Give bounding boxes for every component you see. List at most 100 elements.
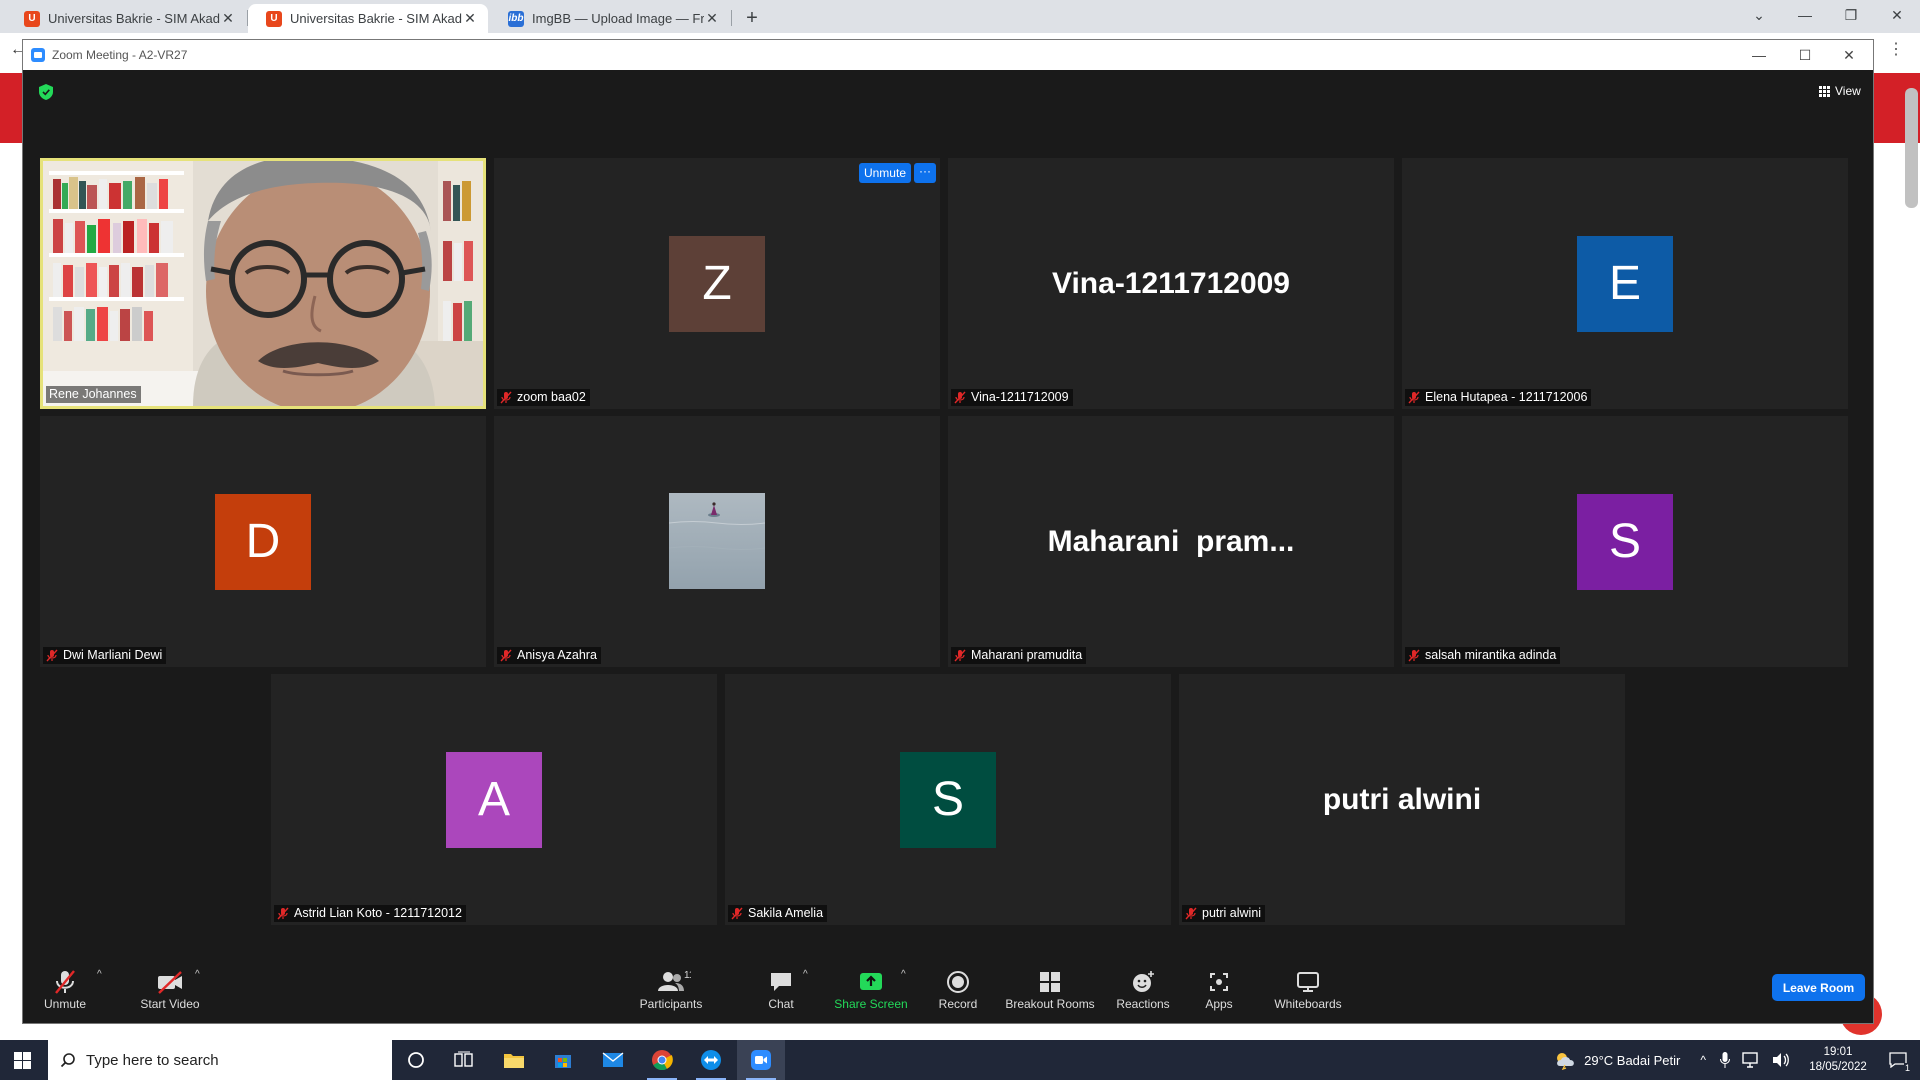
weather-text[interactable]: 29°C Badai Petir bbox=[1584, 1053, 1680, 1068]
participant-name-label: zoom baa02 bbox=[497, 389, 590, 406]
imgbb-icon: ibb bbox=[508, 10, 524, 27]
audio-options-chevron-icon[interactable]: ^ bbox=[97, 969, 102, 980]
search-placeholder: Type here to search bbox=[86, 1051, 219, 1069]
participant-avatar: S bbox=[900, 751, 996, 848]
microphone-muted-icon bbox=[731, 907, 743, 920]
chrome-icon[interactable] bbox=[638, 1040, 686, 1080]
participant-tile-zoom-baa02[interactable]: Z Unmute ··· zoom baa02 bbox=[494, 158, 940, 409]
browser-tab-2[interactable]: U Universitas Bakrie - SIM Akademik ✕ bbox=[248, 4, 488, 33]
microphone-muted-icon bbox=[500, 649, 512, 662]
ub-shield-icon: U bbox=[24, 10, 40, 27]
participant-display-name: Vina-1211712009 bbox=[1052, 266, 1290, 300]
zoom-close-button[interactable]: ✕ bbox=[1827, 42, 1871, 68]
leave-room-button[interactable]: Leave Room bbox=[1772, 974, 1865, 1001]
microsoft-store-icon[interactable] bbox=[539, 1040, 587, 1080]
participant-tile-anisya-azahra[interactable]: Anisya Azahra bbox=[494, 416, 940, 667]
zoom-window-title: Zoom Meeting - A2-VR27 bbox=[52, 48, 188, 62]
participant-tile-maharani-pramudita[interactable]: Maharani pram... Maharani pramudita bbox=[948, 416, 1394, 667]
microphone-muted-icon bbox=[500, 391, 512, 404]
close-icon[interactable]: ✕ bbox=[462, 10, 478, 27]
cortana-icon[interactable] bbox=[392, 1040, 440, 1080]
notification-center-button[interactable]: 1 bbox=[1876, 1040, 1920, 1080]
zoom-minimize-button[interactable]: — bbox=[1737, 42, 1781, 68]
participant-tile-salsah-mirantika-adinda[interactable]: S salsah mirantika adinda bbox=[1402, 416, 1848, 667]
unmute-button[interactable]: Unmute bbox=[39, 969, 91, 1021]
network-icon[interactable] bbox=[1742, 1052, 1760, 1068]
zoom-taskbar-icon[interactable] bbox=[737, 1040, 785, 1080]
participant-avatar: A bbox=[446, 751, 542, 848]
video-options-chevron-icon[interactable]: ^ bbox=[195, 969, 200, 980]
clock-time: 19:01 bbox=[1823, 1046, 1853, 1058]
encryption-shield-icon[interactable] bbox=[39, 84, 53, 100]
microphone-muted-icon bbox=[1185, 907, 1197, 920]
windows-start-icon[interactable] bbox=[14, 1052, 31, 1069]
teamviewer-icon[interactable] bbox=[687, 1040, 735, 1080]
notification-count-badge: 1 bbox=[1903, 1063, 1911, 1073]
microphone-muted-icon bbox=[55, 970, 75, 994]
participant-display-name: Maharani pram... bbox=[1047, 524, 1295, 558]
file-explorer-icon[interactable] bbox=[490, 1040, 538, 1080]
participants-button[interactable]: 11 Participants bbox=[629, 969, 713, 1021]
page-scrollbar[interactable] bbox=[1905, 88, 1918, 208]
participant-tile-elena-hutapea[interactable]: E Elena Hutapea - 1211712006 bbox=[1402, 158, 1848, 409]
participant-name-label: Sakila Amelia bbox=[728, 905, 828, 922]
participant-tile-dwi-marliani-dewi[interactable]: D Dwi Marliani Dewi bbox=[40, 416, 486, 667]
browser-menu-icon[interactable]: ⋮ bbox=[1888, 39, 1904, 59]
mail-icon[interactable] bbox=[589, 1040, 637, 1080]
browser-close-button[interactable]: ✕ bbox=[1874, 2, 1920, 28]
participant-tile-rene-johannes[interactable]: Rene Johannes bbox=[40, 158, 486, 409]
chat-button[interactable]: Chat bbox=[756, 969, 806, 1021]
thunderstorm-weather-icon[interactable] bbox=[1554, 1050, 1578, 1070]
participant-tile-putri-alwini[interactable]: putri alwini putri alwini bbox=[1179, 674, 1625, 925]
participant-name-label: Astrid Lian Koto - 1211712012 bbox=[274, 905, 466, 922]
view-button[interactable]: View bbox=[1813, 80, 1867, 102]
unmute-participant-button[interactable]: Unmute bbox=[858, 163, 911, 183]
search-icon bbox=[60, 1053, 75, 1068]
whiteboard-icon bbox=[1297, 972, 1319, 992]
tab-divider bbox=[731, 10, 732, 26]
share-options-chevron-icon[interactable]: ^ bbox=[901, 969, 906, 980]
record-button[interactable]: Record bbox=[930, 969, 986, 1021]
close-icon[interactable]: ✕ bbox=[704, 10, 720, 27]
system-tray: 29°C Badai Petir ^ 19:01 18/05/2022 1 bbox=[1554, 1040, 1920, 1080]
chat-options-chevron-icon[interactable]: ^ bbox=[803, 969, 808, 980]
participant-avatar: Z bbox=[669, 235, 765, 332]
browser-restore-button[interactable]: ❐ bbox=[1828, 2, 1874, 28]
browser-tab-1[interactable]: U Universitas Bakrie - SIM Akademik ✕ bbox=[6, 4, 246, 33]
reactions-button[interactable]: Reactions bbox=[1108, 969, 1178, 1021]
participant-avatar: E bbox=[1577, 235, 1673, 332]
close-icon[interactable]: ✕ bbox=[220, 10, 236, 27]
browser-minimize-button[interactable]: — bbox=[1782, 2, 1828, 28]
participant-profile-photo bbox=[669, 493, 765, 589]
participant-tile-vina[interactable]: Vina-1211712009 Vina-1211712009 bbox=[948, 158, 1394, 409]
show-hidden-icons-chevron-icon[interactable]: ^ bbox=[1700, 1053, 1706, 1067]
record-icon bbox=[947, 971, 969, 993]
participants-count: 11 bbox=[684, 970, 691, 981]
participant-name-label: salsah mirantika adinda bbox=[1405, 647, 1561, 664]
tab-search-chevron-icon[interactable]: ⌄ bbox=[1736, 2, 1782, 28]
volume-icon[interactable] bbox=[1772, 1052, 1790, 1068]
camera-off-icon bbox=[158, 971, 182, 994]
participant-name-label: Dwi Marliani Dewi bbox=[43, 647, 167, 664]
taskbar-search-box[interactable]: Type here to search bbox=[48, 1040, 392, 1080]
microphone-in-use-icon[interactable] bbox=[1720, 1052, 1730, 1068]
participant-tile-astrid-lian-koto[interactable]: A Astrid Lian Koto - 1211712012 bbox=[271, 674, 717, 925]
breakout-rooms-button[interactable]: Breakout Rooms bbox=[1000, 969, 1100, 1021]
participant-display-name: putri alwini bbox=[1322, 782, 1482, 816]
browser-tab-3[interactable]: ibb ImgBB — Upload Image — Free Image Ho… bbox=[490, 4, 730, 33]
task-view-icon[interactable] bbox=[440, 1040, 488, 1080]
clock-date: 18/05/2022 bbox=[1809, 1061, 1867, 1073]
participant-name-label: Vina-1211712009 bbox=[951, 389, 1073, 406]
participant-tile-sakila-amelia[interactable]: S Sakila Amelia bbox=[725, 674, 1171, 925]
breakout-rooms-icon bbox=[1040, 972, 1060, 992]
participant-name-label: Rene Johannes bbox=[46, 386, 141, 403]
taskbar-clock[interactable]: 19:01 18/05/2022 bbox=[1800, 1045, 1876, 1075]
more-options-button[interactable]: ··· bbox=[914, 163, 936, 183]
zoom-logo-icon bbox=[31, 48, 45, 62]
participant-name-label: Maharani pramudita bbox=[951, 647, 1087, 664]
zoom-maximize-button[interactable]: ☐ bbox=[1783, 42, 1827, 68]
new-tab-button[interactable]: + bbox=[738, 5, 766, 31]
whiteboards-button[interactable]: Whiteboards bbox=[1268, 969, 1348, 1021]
apps-button[interactable]: Apps bbox=[1196, 969, 1242, 1021]
participant-name-label: Anisya Azahra bbox=[497, 647, 601, 664]
